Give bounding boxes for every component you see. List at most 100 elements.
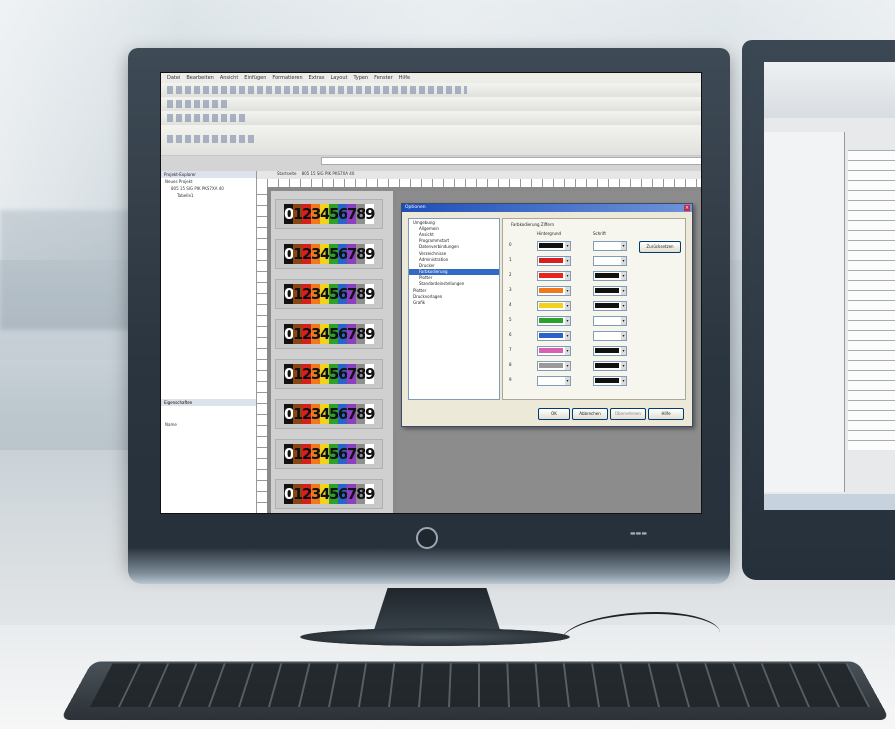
font-color-select[interactable]: ▾: [593, 286, 627, 296]
background-color-select[interactable]: ▾: [537, 346, 571, 356]
label-strip[interactable]: 0123456789: [275, 439, 383, 469]
horizontal-ruler: [257, 179, 701, 187]
menu-item[interactable]: Ansicht: [220, 75, 238, 81]
chevron-down-icon[interactable]: ▾: [621, 302, 626, 310]
font-color-select[interactable]: ▾: [593, 241, 627, 251]
reset-button[interactable]: Zurücksetzen: [639, 241, 681, 253]
tab-document[interactable]: 805 15 SIG PIK PKS7XA 40: [302, 171, 355, 176]
chevron-down-icon[interactable]: ▾: [565, 287, 570, 295]
color-row: 0 ▾ ▾: [509, 241, 627, 251]
color-swatch: [595, 288, 619, 293]
menu-item[interactable]: Layout: [330, 75, 347, 81]
font-color-select[interactable]: ▾: [593, 316, 627, 326]
font-color-select[interactable]: ▾: [593, 346, 627, 356]
toolbar-icons-3[interactable]: [167, 114, 247, 122]
toolbar-icons[interactable]: [167, 86, 467, 94]
power-button[interactable]: [416, 527, 438, 549]
secondary-grid: [848, 150, 895, 450]
chevron-down-icon[interactable]: ▾: [565, 347, 570, 355]
label-digit: 9: [365, 364, 376, 384]
chevron-down-icon[interactable]: ▾: [621, 257, 626, 265]
font-color-select[interactable]: ▾: [593, 271, 627, 281]
formula-bar[interactable]: [321, 157, 701, 165]
menu-item[interactable]: Formatieren: [272, 75, 302, 81]
label-digit: 3: [311, 364, 322, 384]
toolbar-icons-4[interactable]: [167, 135, 257, 143]
menu-item[interactable]: Bearbeiten: [186, 75, 213, 81]
chevron-down-icon[interactable]: ▾: [621, 272, 626, 280]
menu-item[interactable]: Fenster: [374, 75, 393, 81]
chevron-down-icon[interactable]: ▾: [621, 347, 626, 355]
cancel-button[interactable]: Abbrechen: [572, 408, 608, 420]
label-digit: 5: [329, 444, 340, 464]
label-digit: 9: [365, 484, 376, 504]
label-strip[interactable]: 0123456789: [275, 319, 383, 349]
color-swatch: [595, 348, 619, 353]
label-digit: 2: [302, 364, 313, 384]
label-digit: 7: [347, 284, 358, 304]
label-strip[interactable]: 0123456789: [275, 399, 383, 429]
color-row: 5 ▾ ▾: [509, 316, 627, 326]
label-digit: 4: [320, 444, 331, 464]
chevron-down-icon[interactable]: ▾: [565, 317, 570, 325]
color-swatch: [595, 303, 619, 308]
chevron-down-icon[interactable]: ▾: [565, 377, 570, 385]
menu-item[interactable]: Hilfe: [399, 75, 410, 81]
keyboard-keys[interactable]: [90, 663, 870, 707]
background-color-select[interactable]: ▾: [537, 271, 571, 281]
chevron-down-icon[interactable]: ▾: [621, 377, 626, 385]
apply-button[interactable]: Übernehmen: [610, 408, 646, 420]
background-color-select[interactable]: ▾: [537, 331, 571, 341]
color-row: 3 ▾ ▾: [509, 286, 627, 296]
chevron-down-icon[interactable]: ▾: [621, 242, 626, 250]
label-strip[interactable]: 0123456789: [275, 479, 383, 509]
font-color-select[interactable]: ▾: [593, 361, 627, 371]
background-color-select[interactable]: ▾: [537, 316, 571, 326]
background-color-select[interactable]: ▾: [537, 241, 571, 251]
toolbar-icons-2[interactable]: [167, 100, 227, 108]
chevron-down-icon[interactable]: ▾: [565, 362, 570, 370]
color-swatch: [539, 378, 563, 383]
color-swatch: [539, 303, 563, 308]
label-strip[interactable]: 0123456789: [275, 359, 383, 389]
chevron-down-icon[interactable]: ▾: [565, 272, 570, 280]
chevron-down-icon[interactable]: ▾: [565, 257, 570, 265]
label-digits: 0123456789: [284, 444, 375, 464]
chevron-down-icon[interactable]: ▾: [565, 302, 570, 310]
tab-start[interactable]: Startseite: [277, 171, 296, 176]
background-color-select[interactable]: ▾: [537, 361, 571, 371]
menu-item[interactable]: Einfügen: [244, 75, 266, 81]
label-strip[interactable]: 0123456789: [275, 279, 383, 309]
label-digit: 0: [284, 284, 295, 304]
color-swatch: [539, 273, 563, 278]
background-color-select[interactable]: ▾: [537, 301, 571, 311]
background-color-select[interactable]: ▾: [537, 256, 571, 266]
tree-item[interactable]: Tabelle1: [161, 192, 256, 199]
background-color-select[interactable]: ▾: [537, 376, 571, 386]
help-button[interactable]: Hilfe: [648, 408, 684, 420]
font-color-select[interactable]: ▾: [593, 301, 627, 311]
label-strip[interactable]: 0123456789: [275, 239, 383, 269]
chevron-down-icon[interactable]: ▾: [621, 317, 626, 325]
close-icon[interactable]: ×: [684, 205, 690, 211]
font-color-select[interactable]: ▾: [593, 376, 627, 386]
menu-item[interactable]: Extras: [309, 75, 325, 81]
ok-button[interactable]: OK: [538, 408, 570, 420]
label-digit: 7: [347, 204, 358, 224]
chevron-down-icon[interactable]: ▾: [565, 242, 570, 250]
chevron-down-icon[interactable]: ▾: [621, 287, 626, 295]
font-color-select[interactable]: ▾: [593, 256, 627, 266]
menu-item[interactable]: Datei: [167, 75, 180, 81]
tree-item[interactable]: 805 15 SIG PIK PKS7XA 40: [161, 185, 256, 192]
font-color-select[interactable]: ▾: [593, 331, 627, 341]
chevron-down-icon[interactable]: ▾: [565, 332, 570, 340]
chevron-down-icon[interactable]: ▾: [621, 362, 626, 370]
chevron-down-icon[interactable]: ▾: [621, 332, 626, 340]
background-color-select[interactable]: ▾: [537, 286, 571, 296]
label-digit: 7: [347, 244, 358, 264]
label-strip[interactable]: 0123456789: [275, 199, 383, 229]
options-tree-item[interactable]: Grafik: [409, 299, 499, 305]
menu-item[interactable]: Typen: [353, 75, 368, 81]
label-digit: 0: [284, 484, 295, 504]
tree-item[interactable]: Neues Projekt: [161, 178, 256, 185]
